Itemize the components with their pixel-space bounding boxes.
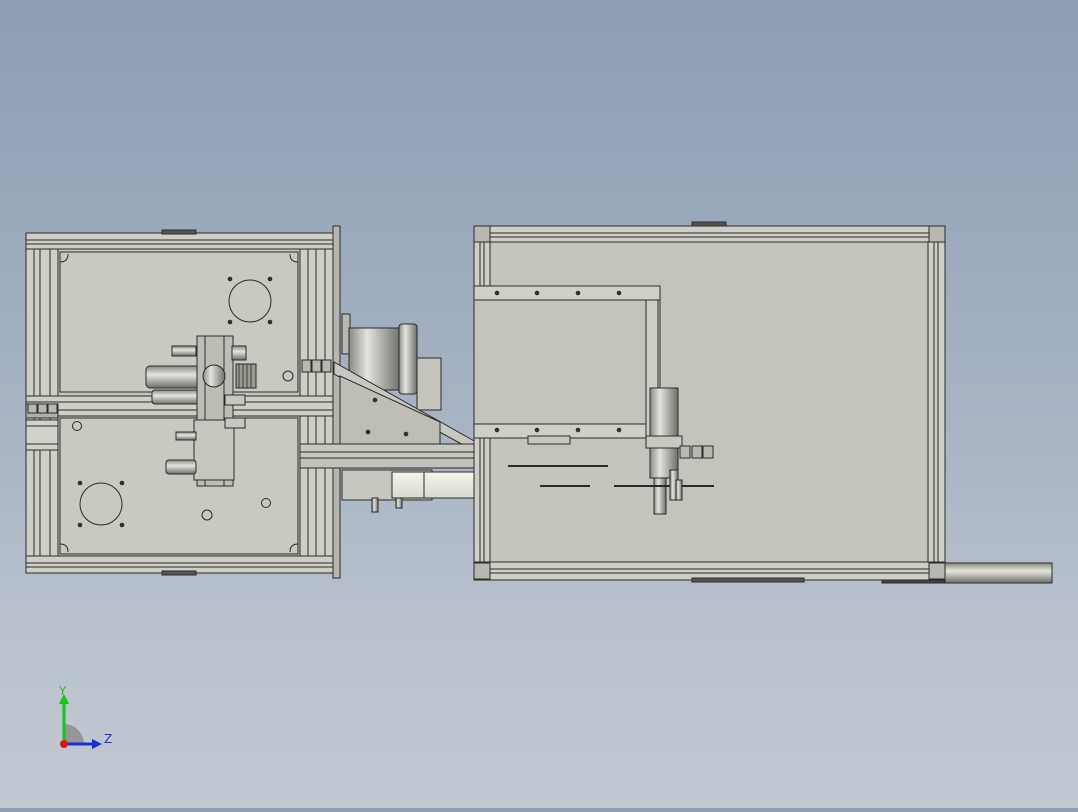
y-axis-label: Y	[58, 684, 67, 698]
right-frame	[473, 221, 1053, 584]
z-axis-label: Z	[104, 732, 112, 746]
coordinate-triad: Y Z	[48, 684, 118, 754]
z-axis-arrow	[92, 739, 102, 749]
lower-bore	[79, 482, 123, 526]
x-axis-dot	[60, 740, 68, 748]
assembly-model[interactable]	[0, 0, 1078, 808]
cad-model-viewport[interactable]	[0, 0, 1078, 808]
extension-rod	[944, 562, 1053, 584]
upper-bore	[228, 279, 272, 323]
left-frame-end-plate	[332, 225, 341, 579]
